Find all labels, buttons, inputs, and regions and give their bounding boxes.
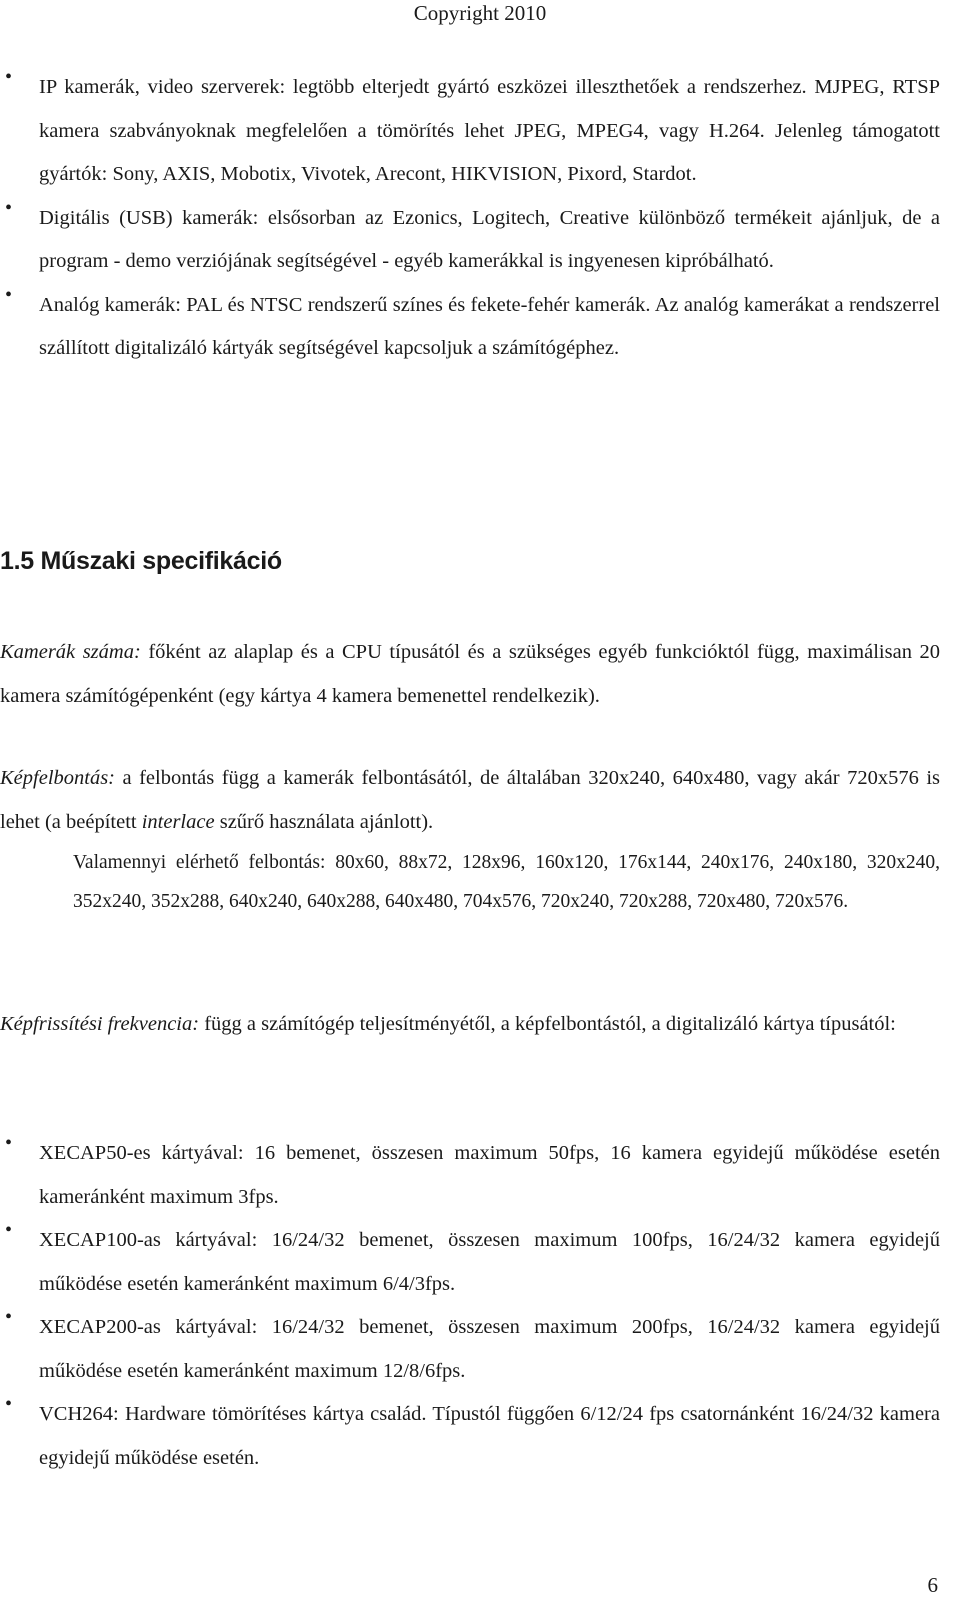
all-resolutions-label: Valamennyi elérhető felbontás:	[73, 852, 326, 873]
refresh-rate-label: Képfrissítési frekvencia:	[0, 1013, 200, 1035]
bullet-icon: •	[5, 1306, 13, 1328]
list-item: • IP kamerák, video szerverek: legtöbb e…	[0, 66, 960, 197]
camera-types-list: • IP kamerák, video szerverek: legtöbb e…	[0, 66, 960, 371]
list-item: • VCH264: Hardware tömörítéses kártya cs…	[0, 1393, 960, 1480]
list-item: • Analóg kamerák: PAL és NTSC rendszerű …	[0, 284, 960, 371]
page-header: Copyright 2010	[413, 1, 547, 25]
bullet-icon: •	[5, 1393, 13, 1415]
list-item-text: Analóg kamerák: PAL és NTSC rendszerű sz…	[39, 293, 940, 360]
resolution-label: Képfelbontás:	[0, 767, 116, 789]
list-item: • XECAP100-as kártyával: 16/24/32 bemene…	[0, 1219, 960, 1306]
resolution-text-after: szűrő használata ajánlott).	[214, 810, 434, 833]
list-item: • XECAP50-es kártyával: 16 bemenet, össz…	[0, 1132, 960, 1219]
bullet-icon: •	[5, 1132, 13, 1154]
camera-count-text: főként az alaplap és a CPU típusától és …	[0, 641, 940, 707]
list-item-text: XECAP100-as kártyával: 16/24/32 bemenet,…	[39, 1229, 940, 1295]
capture-cards-list: • XECAP50-es kártyával: 16 bemenet, össz…	[0, 1132, 960, 1480]
camera-count-paragraph: Kamerák száma: főként az alaplap és a CP…	[0, 631, 940, 718]
resolution-emphasis: interlace	[141, 810, 215, 833]
resolution-paragraph: Képfelbontás: a felbontás függ a kamerák…	[0, 757, 940, 844]
section-heading: 1.5 Műszaki specifikáció	[0, 547, 282, 575]
list-item-text: XECAP50-es kártyával: 16 bemenet, összes…	[39, 1142, 940, 1208]
bullet-icon: •	[5, 66, 13, 88]
camera-count-label: Kamerák száma:	[0, 641, 141, 663]
bullet-icon: •	[5, 196, 13, 219]
refresh-rate-text: függ a számítógép teljesítményétől, a ké…	[199, 1013, 896, 1035]
page-number: 6	[927, 1573, 939, 1597]
all-resolutions-paragraph: Valamennyi elérhető felbontás: 80x60, 88…	[73, 844, 940, 921]
bullet-icon: •	[5, 283, 13, 306]
refresh-rate-paragraph: Képfrissítési frekvencia: függ a számító…	[0, 1003, 940, 1047]
list-item-text: IP kamerák, video szerverek: legtöbb elt…	[39, 76, 940, 185]
bullet-icon: •	[5, 1219, 13, 1241]
list-item-text: XECAP200-as kártyával: 16/24/32 bemenet,…	[39, 1316, 940, 1382]
list-item: • Digitális (USB) kamerák: elsősorban az…	[0, 197, 960, 284]
list-item-text: Digitális (USB) kamerák: elsősorban az E…	[39, 206, 940, 273]
list-item-text: VCH264: Hardware tömörítéses kártya csal…	[39, 1403, 940, 1469]
list-item: • XECAP200-as kártyával: 16/24/32 bemene…	[0, 1306, 960, 1393]
